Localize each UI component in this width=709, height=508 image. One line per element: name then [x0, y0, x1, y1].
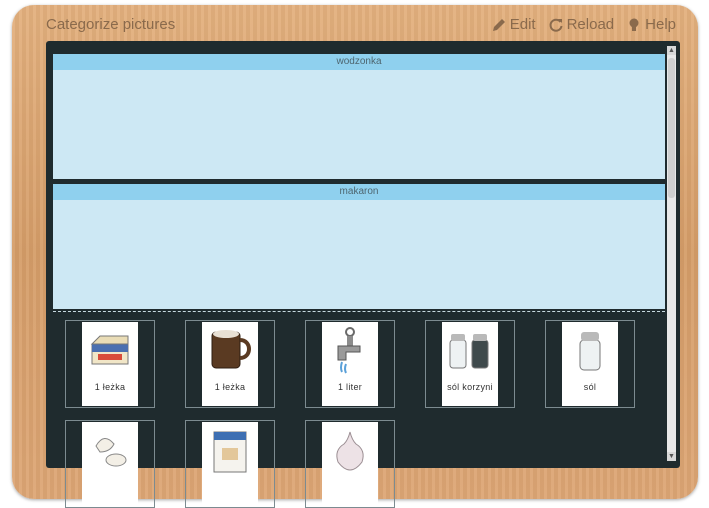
- picture-card-salt[interactable]: sól: [545, 320, 635, 408]
- salt-pepper-icon: [449, 334, 489, 369]
- card-label: sól: [583, 382, 597, 392]
- card-face: [202, 422, 258, 506]
- reload-icon: [549, 18, 563, 32]
- vertical-scrollbar[interactable]: ▲ ▼: [667, 46, 676, 461]
- reload-label: Reload: [566, 16, 615, 33]
- card-face: sól: [562, 322, 618, 406]
- toolbar: Edit Reload Help: [491, 16, 676, 33]
- card-face: [82, 422, 138, 506]
- lightbulb-icon: [629, 18, 639, 31]
- picture-card-mug[interactable]: 1 łeżka: [185, 320, 275, 408]
- edit-label: Edit: [509, 16, 536, 33]
- divider: [53, 311, 665, 312]
- edit-button[interactable]: Edit: [491, 16, 536, 33]
- water-tap-icon: [337, 327, 361, 374]
- help-label: Help: [645, 16, 676, 33]
- scroll-down-arrow-icon[interactable]: ▼: [667, 452, 676, 461]
- salt-shaker-icon: [579, 332, 601, 371]
- card-face: 1 łeżka: [82, 322, 138, 406]
- card-label: 1 liter: [337, 382, 363, 392]
- card-face: [322, 422, 378, 506]
- app-title: Categorize pictures: [46, 16, 176, 33]
- garlic-icon: [336, 431, 364, 471]
- scroll-up-arrow-icon[interactable]: ▲: [667, 46, 676, 55]
- title-bar: Categorize pictures Edit Reload Help: [46, 14, 676, 36]
- card-label: 1 łeżka: [214, 382, 246, 392]
- pencil-icon: [492, 18, 505, 31]
- mug-icon: [211, 330, 251, 369]
- scroll-thumb[interactable]: [668, 58, 675, 198]
- category-drop-zone-wodzonka[interactable]: wodzonka: [53, 54, 665, 179]
- card-face: 1 łeżka: [202, 322, 258, 406]
- picture-card-butter[interactable]: 1 łeżka: [65, 320, 155, 408]
- card-label: sól korzyni: [447, 382, 493, 392]
- category-drop-zone-makaron[interactable]: makaron: [53, 184, 665, 309]
- picture-card-flour[interactable]: [185, 420, 275, 508]
- butter-icon: [90, 335, 129, 365]
- picture-card-salt-pepper[interactable]: sól korzyni: [425, 320, 515, 408]
- category-header: makaron: [53, 184, 665, 200]
- picture-card-eggs[interactable]: [65, 420, 155, 508]
- flour-bag-icon: [213, 431, 247, 473]
- picture-card-water[interactable]: 1 liter: [305, 320, 395, 408]
- board: wodzonka makaron 1 łeżka 1 łeżka 1 liter…: [46, 41, 680, 508]
- card-label: 1 łeżka: [94, 382, 126, 392]
- picture-card-garlic[interactable]: [305, 420, 395, 508]
- card-face: 1 liter: [322, 322, 378, 406]
- reload-button[interactable]: Reload: [548, 16, 615, 33]
- category-header: wodzonka: [53, 54, 665, 70]
- help-button[interactable]: Help: [626, 16, 676, 33]
- card-face: sól korzyni: [442, 322, 498, 406]
- eggs-icon: [95, 438, 127, 467]
